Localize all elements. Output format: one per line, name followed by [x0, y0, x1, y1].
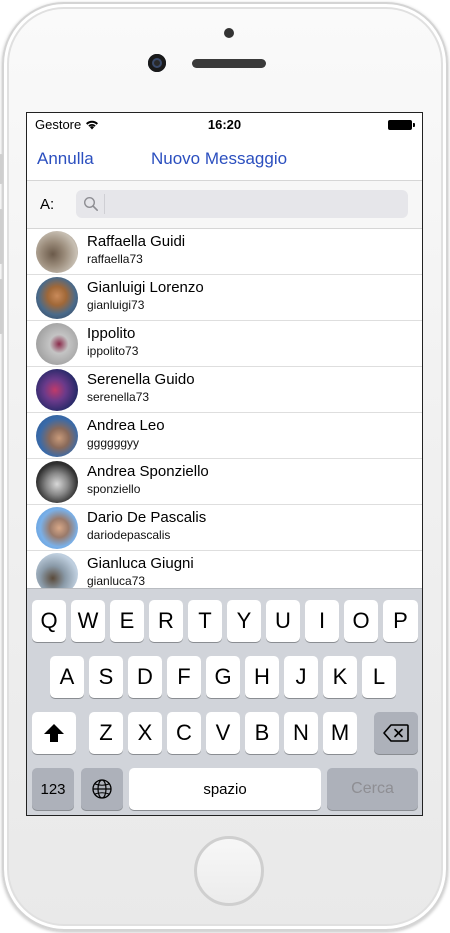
key-n[interactable]: N [284, 712, 318, 754]
key-w[interactable]: W [71, 600, 105, 642]
contact-row[interactable]: Andrea Sponziello sponziello [27, 459, 422, 505]
key-h[interactable]: H [245, 656, 279, 698]
key-d[interactable]: D [128, 656, 162, 698]
contact-name: Gianluca Giugni [87, 555, 194, 572]
contact-username: ggggggyy [87, 436, 140, 450]
contact-row[interactable]: Dario De Pascalis dariodepascalis [27, 505, 422, 551]
contact-username: gianluca73 [87, 574, 146, 588]
key-y[interactable]: Y [227, 600, 261, 642]
key-r[interactable]: R [149, 600, 183, 642]
key-s[interactable]: S [89, 656, 123, 698]
avatar [36, 461, 78, 503]
contact-name: Andrea Sponziello [87, 463, 209, 480]
key-j[interactable]: J [284, 656, 318, 698]
keyboard: Q W E R T Y U I O P A S D F G H J K L Z … [27, 588, 422, 815]
recipient-label: A: [40, 196, 55, 213]
proximity-sensor [224, 28, 234, 38]
volume-down-button [0, 279, 3, 334]
cancel-button[interactable]: Annulla [37, 149, 94, 169]
key-p[interactable]: P [383, 600, 418, 642]
navigation-bar: Annulla Nuovo Messaggio [27, 135, 422, 181]
contacts-list: Raffaella Guidi raffaella73 Gianluigi Lo… [27, 229, 422, 597]
contact-row[interactable]: Raffaella Guidi raffaella73 [27, 229, 422, 275]
contact-name: Dario De Pascalis [87, 509, 207, 526]
key-c[interactable]: C [167, 712, 201, 754]
space-key[interactable]: spazio [129, 768, 321, 810]
key-f[interactable]: F [167, 656, 201, 698]
key-m[interactable]: M [323, 712, 357, 754]
page-title: Nuovo Messaggio [151, 149, 288, 168]
contact-username: dariodepascalis [87, 528, 171, 542]
shift-icon [44, 724, 64, 742]
contact-name: Ippolito [87, 325, 136, 342]
avatar [36, 507, 78, 549]
front-camera [148, 54, 166, 72]
globe-key[interactable] [81, 768, 123, 810]
phone-screen: Gestore 16:20 Annulla Nuovo Messaggio A: [26, 112, 423, 816]
key-x[interactable]: X [128, 712, 162, 754]
contact-row[interactable]: Ippolito ippolito73 [27, 321, 422, 367]
contact-username: raffaella73 [87, 252, 143, 266]
backspace-key[interactable] [374, 712, 418, 754]
key-b[interactable]: B [245, 712, 279, 754]
key-o[interactable]: O [344, 600, 378, 642]
globe-icon [92, 779, 112, 799]
contact-name: Serenella Guido [87, 371, 195, 388]
key-v[interactable]: V [206, 712, 240, 754]
avatar [36, 369, 78, 411]
avatar [36, 415, 78, 457]
numbers-key[interactable]: 123 [32, 768, 74, 810]
key-t[interactable]: T [188, 600, 222, 642]
contact-row[interactable]: Gianluigi Lorenzo gianluigi73 [27, 275, 422, 321]
search-cursor-divider [104, 194, 105, 214]
key-e[interactable]: E [110, 600, 144, 642]
contact-name: Gianluigi Lorenzo [87, 279, 204, 296]
shift-key[interactable] [32, 712, 76, 754]
avatar [36, 231, 78, 273]
key-l[interactable]: L [362, 656, 396, 698]
contact-name: Raffaella Guidi [87, 233, 186, 250]
status-bar: Gestore 16:20 [27, 113, 422, 135]
key-i[interactable]: I [305, 600, 339, 642]
contact-username: serenella73 [87, 390, 150, 404]
contact-username: sponziello [87, 482, 141, 496]
contact-row[interactable]: Andrea Leo ggggggyy [27, 413, 422, 459]
search-icon [83, 196, 98, 211]
backspace-icon [383, 724, 409, 742]
mute-switch [0, 154, 3, 184]
home-button[interactable] [194, 836, 264, 906]
key-g[interactable]: G [206, 656, 240, 698]
battery-icon [388, 120, 415, 130]
contact-row[interactable]: Serenella Guido serenella73 [27, 367, 422, 413]
recipient-search-input[interactable] [76, 190, 408, 218]
avatar [36, 277, 78, 319]
earpiece-speaker [192, 59, 266, 68]
contact-username: ippolito73 [87, 344, 139, 358]
clock: 16:20 [207, 117, 242, 132]
search-return-key[interactable]: Cerca [327, 768, 418, 810]
key-z[interactable]: Z [89, 712, 123, 754]
contact-username: gianluigi73 [87, 298, 145, 312]
key-q[interactable]: Q [32, 600, 66, 642]
volume-up-button [0, 209, 3, 264]
contact-name: Andrea Leo [87, 417, 165, 434]
key-k[interactable]: K [323, 656, 357, 698]
key-u[interactable]: U [266, 600, 300, 642]
avatar [36, 323, 78, 365]
key-a[interactable]: A [50, 656, 84, 698]
recipient-row: A: [27, 181, 422, 229]
